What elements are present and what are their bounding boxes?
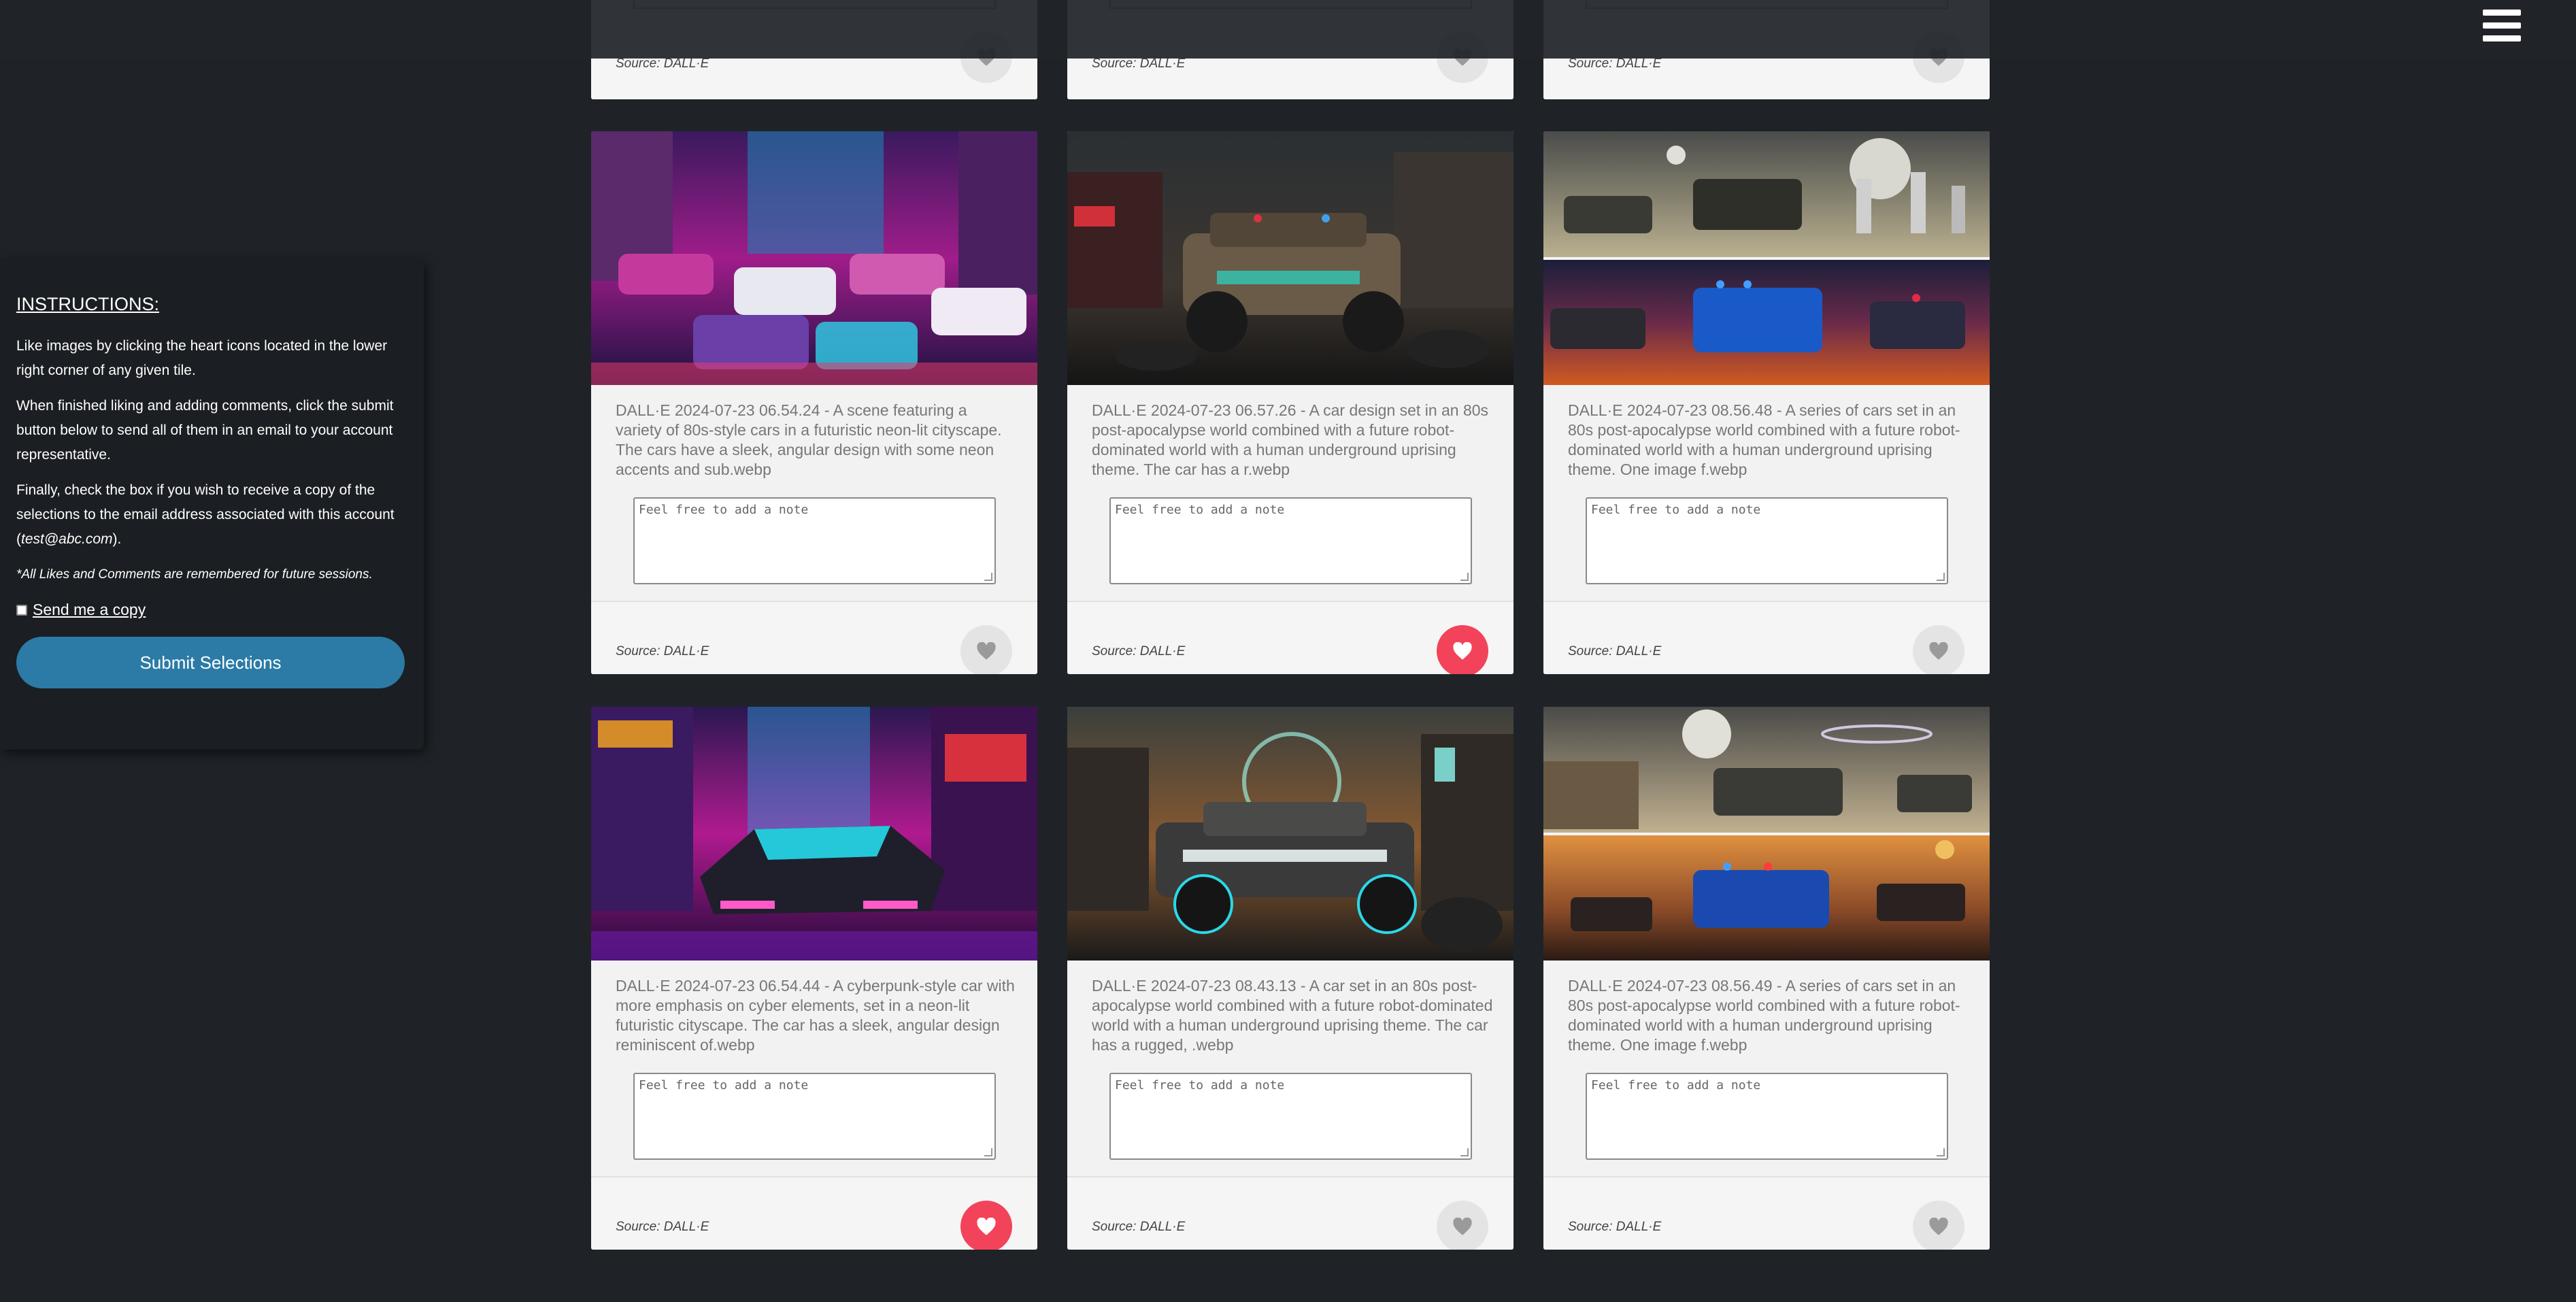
card-description: DALL·E 2024-07-23 08.43.13 - A car set i… — [1092, 977, 1493, 1054]
card-source: Source: DALL·E — [616, 1220, 709, 1234]
instructions-paragraph-submit: When finished liking and adding comments… — [16, 398, 394, 463]
card-source: Source: DALL·E — [616, 56, 709, 71]
account-email: test@abc.com — [21, 531, 113, 547]
gallery-card: DALL·E 2024-07-23 06.54.24 - A scene fea… — [591, 131, 1037, 674]
hamburger-menu-icon[interactable] — [2483, 8, 2521, 44]
card-image[interactable] — [1067, 131, 1513, 385]
instructions-panel: INSTRUCTIONS: Like images by clicking th… — [0, 258, 424, 750]
heart-icon — [1453, 641, 1472, 660]
like-heart-button[interactable] — [960, 625, 1012, 674]
like-heart-button[interactable] — [1913, 625, 1964, 674]
card-footer: Source: DALL·E — [1067, 601, 1513, 674]
card-description: DALL·E 2024-07-23 08.56.48 - A series of… — [1568, 401, 1960, 478]
send-copy-checkbox[interactable] — [16, 604, 27, 616]
like-heart-button[interactable] — [1437, 1201, 1488, 1250]
heart-icon — [1929, 1217, 1948, 1235]
card-source: Source: DALL·E — [1092, 1220, 1186, 1234]
heart-icon — [977, 1217, 996, 1235]
card-source: Source: DALL·E — [616, 644, 709, 658]
note-textarea[interactable]: Feel free to add a note — [1109, 1073, 1472, 1160]
like-heart-button[interactable] — [960, 1201, 1012, 1250]
send-copy-row[interactable]: Send me a copy — [16, 601, 407, 619]
card-image[interactable] — [1067, 707, 1513, 961]
gallery-card: DALL·E 2024-07-23 08.43.13 - A car set i… — [1067, 707, 1513, 1250]
card-description: DALL·E 2024-07-23 06.54.44 - A cyberpunk… — [616, 977, 1015, 1054]
instructions-paragraph-like: Like images by clicking the heart icons … — [16, 338, 388, 378]
note-textarea[interactable]: Feel free to add a note — [1109, 497, 1472, 584]
card-source: Source: DALL·E — [1568, 644, 1662, 658]
card-footer: Source: DALL·E — [591, 601, 1037, 674]
submit-selections-button[interactable]: Submit Selections — [16, 637, 405, 688]
top-header-bar — [0, 0, 2576, 59]
note-textarea[interactable]: Feel free to add a note — [1586, 1073, 1948, 1160]
card-footer: Source: DALL·E — [1543, 601, 1990, 674]
heart-icon — [1929, 641, 1948, 660]
gallery-card: DALL·E 2024-07-23 08.56.49 - A series of… — [1543, 707, 1990, 1250]
instructions-paragraph-copy: Finally, check the box if you wish to re… — [16, 482, 395, 547]
like-heart-button[interactable] — [1437, 625, 1488, 674]
heart-icon — [1453, 1217, 1472, 1235]
note-textarea[interactable]: Feel free to add a note — [633, 1073, 996, 1160]
card-image[interactable] — [1543, 131, 1990, 385]
heart-icon — [977, 641, 996, 660]
card-description: DALL·E 2024-07-23 06.54.24 - A scene fea… — [616, 401, 1002, 478]
card-description: DALL·E 2024-07-23 08.56.49 - A series of… — [1568, 977, 1960, 1054]
gallery-card: DALL·E 2024-07-23 06.54.44 - A cyberpunk… — [591, 707, 1037, 1250]
card-footer: Source: DALL·E — [1543, 1176, 1990, 1250]
card-source: Source: DALL·E — [1568, 1220, 1662, 1234]
card-image[interactable] — [591, 707, 1037, 961]
gallery-card: DALL·E 2024-07-23 06.57.26 - A car desig… — [1067, 131, 1513, 674]
card-description: DALL·E 2024-07-23 06.57.26 - A car desig… — [1092, 401, 1489, 478]
card-source: Source: DALL·E — [1092, 56, 1186, 71]
gallery-card: DALL·E 2024-07-23 08.56.48 - A series of… — [1543, 131, 1990, 674]
card-footer: Source: DALL·E — [591, 1176, 1037, 1250]
like-heart-button[interactable] — [1913, 1201, 1964, 1250]
card-source: Source: DALL·E — [1092, 644, 1186, 658]
instructions-note: *All Likes and Comments are remembered f… — [16, 567, 373, 582]
note-textarea[interactable]: Feel free to add a note — [1586, 497, 1948, 584]
card-image[interactable] — [1543, 707, 1990, 961]
instructions-title: INSTRUCTIONS: — [16, 294, 160, 314]
send-copy-label[interactable]: Send me a copy — [33, 601, 146, 619]
card-footer: Source: DALL·E — [1067, 1176, 1513, 1250]
card-image[interactable] — [591, 131, 1037, 385]
note-textarea[interactable]: Feel free to add a note — [633, 497, 996, 584]
card-source: Source: DALL·E — [1568, 56, 1662, 71]
